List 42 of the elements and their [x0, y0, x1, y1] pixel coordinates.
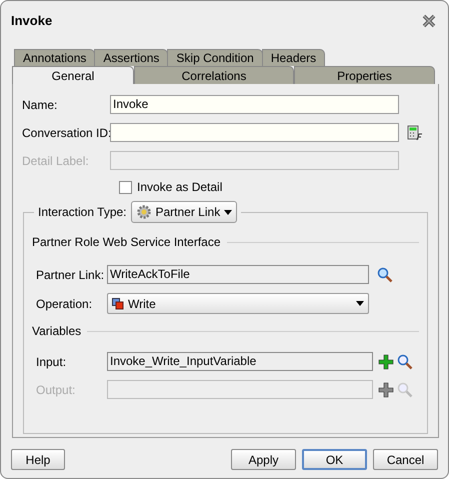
field-label: Name: — [22, 96, 58, 114]
tab[interactable]: Assertions — [94, 49, 168, 66]
search-icon[interactable] — [397, 354, 413, 370]
dialog-button[interactable]: Cancel — [373, 449, 438, 470]
variable-label: Output: — [36, 382, 76, 398]
partner-link-field[interactable]: WriteAckToFile — [107, 265, 369, 284]
tab[interactable]: General — [12, 66, 134, 84]
partner-link-label: Partner Link: — [36, 266, 106, 284]
checkbox-label: Invoke as Detail — [137, 179, 222, 196]
calculator-icon[interactable] — [407, 124, 423, 140]
section-title: Variables — [32, 323, 82, 340]
add-icon[interactable] — [378, 382, 394, 398]
dialog-button[interactable]: Help — [11, 449, 65, 470]
tab[interactable]: Annotations — [14, 49, 96, 66]
caret-icon — [224, 210, 232, 214]
window-title: Invoke — [11, 12, 52, 30]
dialog-button[interactable]: OK — [302, 449, 367, 470]
operation-dropdown[interactable]: Write — [107, 293, 369, 314]
checkbox[interactable] — [119, 180, 132, 194]
variable-field[interactable] — [107, 380, 373, 399]
add-icon[interactable] — [378, 354, 394, 370]
text-field[interactable]: Invoke — [110, 95, 399, 114]
tab[interactable]: Headers — [262, 49, 326, 66]
text-field[interactable] — [110, 123, 399, 142]
search-icon[interactable] — [377, 266, 393, 282]
tab[interactable]: Skip Condition — [167, 49, 263, 66]
tab[interactable]: Properties — [294, 66, 435, 84]
gear-icon — [136, 204, 152, 220]
field-label: Conversation ID: — [22, 124, 110, 142]
section-title: Partner Role Web Service Interface — [32, 234, 221, 251]
interaction-type-label: Interaction Type: — [38, 204, 126, 221]
text-field[interactable] — [110, 151, 399, 170]
close-icon[interactable] — [422, 14, 436, 28]
interaction-type-dropdown[interactable]: Partner Link — [130, 201, 238, 223]
operation-label: Operation: — [36, 296, 94, 312]
field-label: Detail Label: — [22, 152, 90, 170]
operation-icon — [112, 298, 124, 310]
tab[interactable]: Correlations — [134, 66, 294, 84]
caret-icon — [356, 301, 364, 306]
dialog-button[interactable]: Apply — [231, 449, 296, 470]
variable-label: Input: — [36, 354, 68, 370]
variable-field[interactable]: Invoke_Write_InputVariable — [107, 352, 373, 371]
